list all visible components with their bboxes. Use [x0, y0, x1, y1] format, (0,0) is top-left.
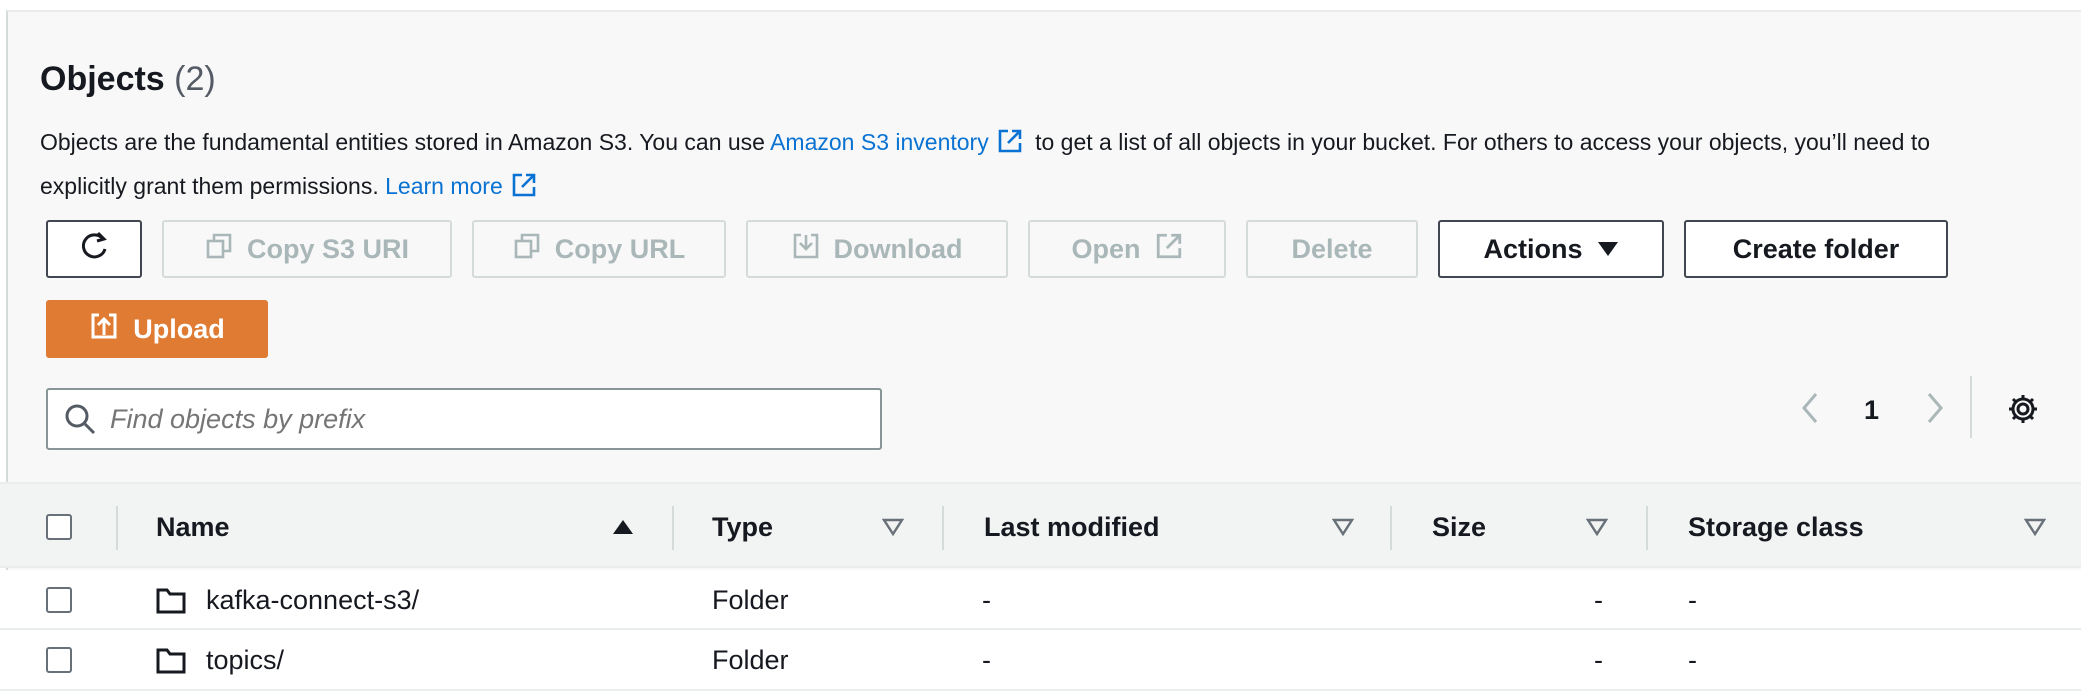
external-link-icon: [1155, 232, 1183, 267]
column-header-last-modified[interactable]: Last modified: [984, 484, 1160, 570]
object-count: (2): [174, 60, 216, 98]
external-link-icon[interactable]: [511, 170, 537, 210]
create-folder-label: Create folder: [1732, 233, 1900, 264]
external-link-icon[interactable]: [997, 126, 1023, 166]
column-header-type[interactable]: Type: [712, 484, 773, 570]
sort-icon[interactable]: [1586, 484, 1608, 570]
row-checkbox-cell: [46, 630, 72, 690]
create-folder-button[interactable]: Create folder: [1684, 220, 1948, 278]
gear-icon[interactable]: [2006, 392, 2040, 431]
copy-icon: [205, 232, 233, 267]
copy-icon: [513, 232, 541, 267]
object-type: Folder: [712, 644, 789, 675]
divider: [1970, 376, 1972, 438]
column-divider: [1646, 506, 1648, 550]
page-title: Objects (2): [40, 60, 216, 99]
search-icon: [64, 403, 96, 435]
delete-button[interactable]: Delete: [1246, 220, 1418, 278]
object-last-modified: -: [982, 644, 991, 675]
column-divider: [116, 506, 118, 550]
row-checkbox[interactable]: [46, 647, 72, 673]
column-divider: [1390, 506, 1392, 550]
folder-icon: [156, 630, 186, 690]
object-storage-class: -: [1688, 584, 1697, 615]
refresh-button[interactable]: [46, 220, 142, 278]
description-text-1: Objects are the fundamental entities sto…: [40, 129, 771, 155]
description: Objects are the fundamental entities sto…: [40, 122, 2010, 210]
object-size: -: [1594, 644, 1603, 675]
column-header-size[interactable]: Size: [1432, 484, 1486, 570]
sort-ascending-icon[interactable]: [612, 484, 634, 570]
current-page[interactable]: 1: [1864, 395, 1879, 426]
learn-more-link[interactable]: Learn more: [385, 173, 503, 199]
select-all-checkbox[interactable]: [46, 514, 72, 540]
object-name-link[interactable]: topics/: [206, 630, 284, 690]
s3-inventory-link[interactable]: Amazon S3 inventory: [770, 129, 989, 155]
select-all-cell: [46, 484, 72, 570]
actions-label: Actions: [1483, 233, 1583, 264]
title-text: Objects: [40, 60, 165, 98]
copy-s3-uri-label: Copy S3 URI: [246, 233, 410, 264]
sort-icon[interactable]: [882, 484, 904, 570]
refresh-icon: [77, 229, 111, 270]
download-icon: [792, 232, 820, 267]
chevron-left-icon[interactable]: [1798, 390, 1822, 431]
search-input[interactable]: [108, 402, 872, 436]
chevron-right-icon[interactable]: [1923, 390, 1947, 431]
column-divider: [672, 506, 674, 550]
object-size: -: [1594, 584, 1603, 615]
table-row[interactable]: topics/ Folder - - -: [0, 630, 2081, 691]
column-header-storage-class[interactable]: Storage class: [1688, 484, 1864, 570]
upload-button[interactable]: Upload: [46, 300, 268, 358]
column-header-name[interactable]: Name: [156, 484, 230, 570]
row-checkbox[interactable]: [46, 587, 72, 613]
object-type: Folder: [712, 584, 789, 615]
folder-icon: [156, 570, 186, 630]
sort-icon[interactable]: [2024, 484, 2046, 570]
caret-down-icon: [1597, 234, 1619, 265]
download-button[interactable]: Download: [746, 220, 1008, 278]
copy-url-label: Copy URL: [554, 233, 686, 264]
table-header: Name Type Last modified Size Storage cla…: [0, 482, 2081, 568]
download-label: Download: [833, 233, 963, 264]
search-box[interactable]: [46, 388, 882, 450]
open-button[interactable]: Open: [1028, 220, 1226, 278]
copy-s3-uri-button[interactable]: Copy S3 URI: [162, 220, 452, 278]
upload-icon: [89, 311, 119, 348]
column-divider: [942, 506, 944, 550]
object-storage-class: -: [1688, 644, 1697, 675]
row-checkbox-cell: [46, 570, 72, 630]
pagination: 1: [1798, 380, 1947, 440]
object-last-modified: -: [982, 584, 991, 615]
table-row[interactable]: kafka-connect-s3/ Folder - - -: [0, 570, 2081, 630]
upload-label: Upload: [133, 313, 225, 344]
object-name-link[interactable]: kafka-connect-s3/: [206, 570, 419, 630]
delete-label: Delete: [1291, 233, 1373, 264]
actions-dropdown[interactable]: Actions: [1438, 220, 1664, 278]
open-label: Open: [1071, 233, 1141, 264]
copy-url-button[interactable]: Copy URL: [472, 220, 726, 278]
sort-icon[interactable]: [1332, 484, 1354, 570]
